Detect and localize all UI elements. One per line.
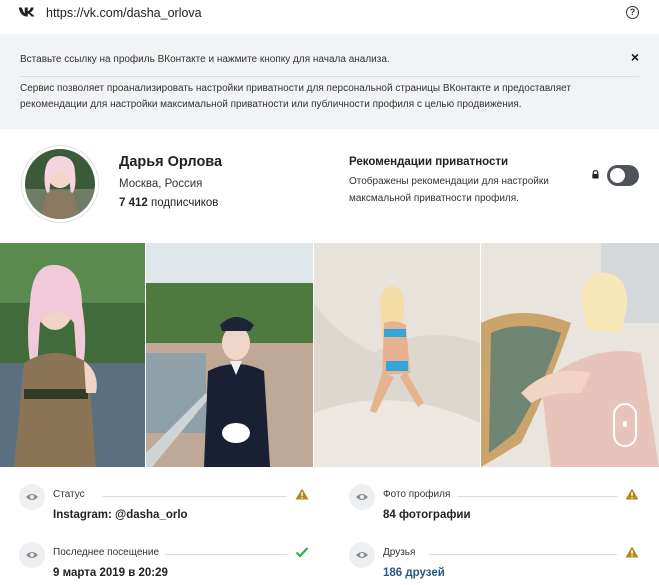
vk-logo-icon [18,7,35,17]
info-instruction: Вставьте ссылку на профиль ВКонтакте и н… [20,54,390,65]
eye-icon [19,484,45,510]
eye-icon [349,542,375,568]
photo-gallery [0,243,659,467]
stat-value: Instagram: @dasha_orlo [53,509,188,521]
profile-name: Дарья Орлова [119,154,223,170]
profile-city: Москва, Россия [119,178,203,190]
warning-icon [625,546,639,558]
url-input[interactable] [46,3,606,23]
photo-thumbnail[interactable] [146,243,313,467]
divider [429,554,617,555]
stat-label: Фото профиля [383,489,451,500]
info-description: Сервис позволяет проанализировать настро… [20,83,571,110]
help-icon[interactable]: ? [626,6,639,19]
recommendations-title: Рекомендации приватности [349,156,509,168]
stat-status: Статус Instagram: @dasha_orlo [19,484,309,534]
stat-label: Последнее посещение [53,547,160,558]
eye-icon [19,542,45,568]
photo-thumbnail[interactable] [314,243,480,467]
subscribers-label: подписчиков [147,197,219,209]
divider [20,76,639,77]
info-panel: Вставьте ссылку на профиль ВКонтакте и н… [0,34,659,129]
stat-label: Друзья [383,547,416,558]
checkmark-icon [295,547,309,558]
warning-icon [625,488,639,500]
stat-friends: Друзья 186 друзей [349,542,639,585]
scroll-handle[interactable] [613,403,637,447]
close-icon[interactable]: × [631,49,639,65]
recommendations-description: Отображены рекомендации для настройки ма… [349,176,549,204]
divider [103,496,287,497]
stat-last-seen: Последнее посещение 9 марта 2019 в 20:29 [19,542,309,585]
photo-thumbnail[interactable] [0,243,145,467]
toggle-knob [610,168,625,183]
eye-icon [349,484,375,510]
divider [165,554,287,555]
url-bar: ? [0,0,659,26]
warning-icon [295,488,309,500]
friends-link[interactable]: 186 друзей [383,567,445,579]
lock-icon [592,170,599,179]
avatar[interactable] [22,146,98,222]
profile-subscribers: 7 412 подписчиков [119,197,218,209]
stat-label: Статус [53,489,85,500]
subscribers-count: 7 412 [119,197,148,209]
divider [457,496,617,497]
stat-value: 84 фотографии [383,509,471,521]
privacy-toggle[interactable] [607,165,639,186]
stat-value: 9 марта 2019 в 20:29 [53,567,168,579]
stat-photos: Фото профиля 84 фотографии [349,484,639,534]
